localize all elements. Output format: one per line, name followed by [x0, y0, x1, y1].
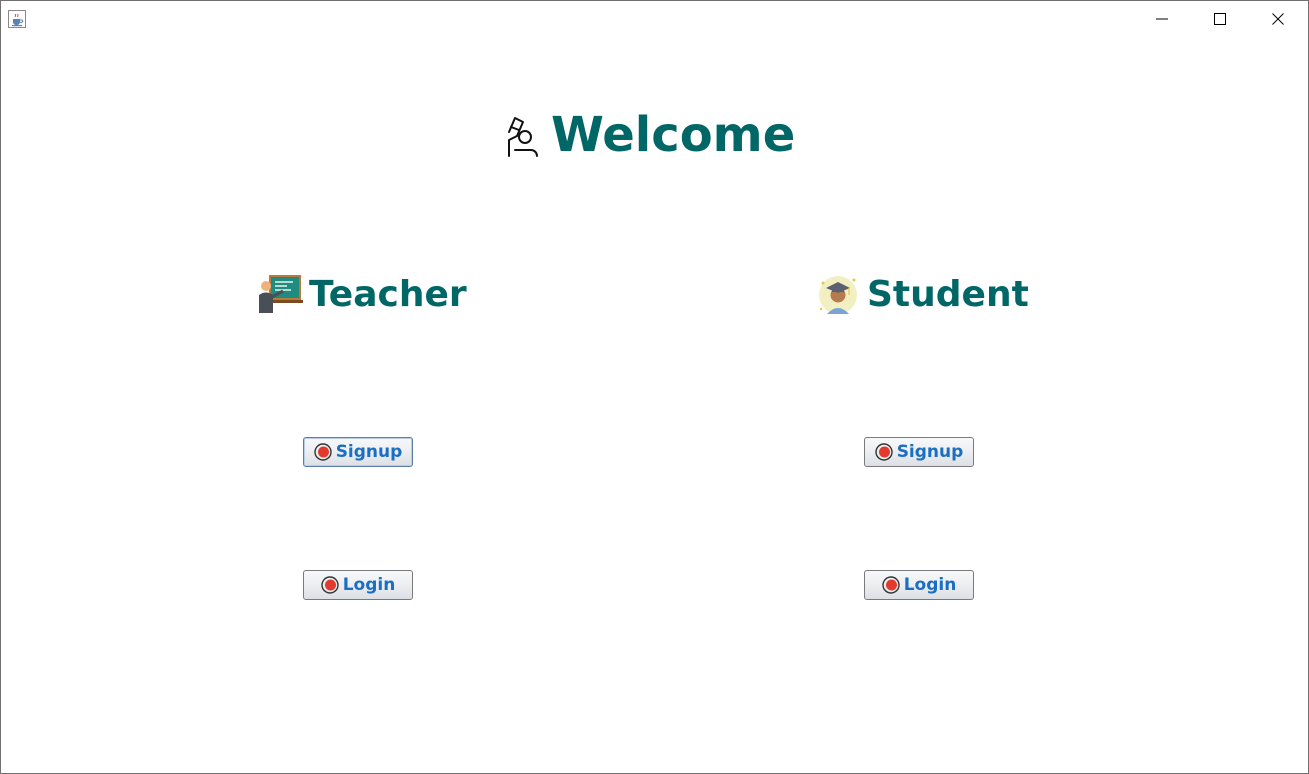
- welcome-title: Welcome: [551, 107, 796, 163]
- teacher-login-button[interactable]: Login: [303, 570, 413, 600]
- teacher-login-label: Login: [342, 575, 396, 595]
- graduate-avatar-icon: [815, 271, 861, 317]
- record-icon: [313, 443, 332, 461]
- student-signup-button[interactable]: Signup: [864, 437, 974, 467]
- close-button[interactable]: [1249, 1, 1307, 37]
- student-heading: Student: [815, 269, 1029, 319]
- record-icon: [320, 576, 339, 594]
- minimize-button[interactable]: [1133, 1, 1191, 37]
- teacher-blackboard-icon: [257, 271, 303, 317]
- student-signup-label: Signup: [896, 442, 964, 462]
- student-login-label: Login: [903, 575, 957, 595]
- welcome-header: Welcome: [501, 105, 795, 165]
- close-icon: [1272, 13, 1284, 25]
- raised-hand-student-icon: [501, 110, 541, 160]
- record-icon: [881, 576, 900, 594]
- maximize-icon: [1214, 13, 1226, 25]
- minimize-icon: [1156, 18, 1168, 20]
- record-icon: [874, 443, 893, 461]
- teacher-signup-label: Signup: [335, 442, 403, 462]
- app-window: Welcome Teacher Student Signup Login Sig…: [0, 0, 1309, 774]
- title-bar: [1, 1, 1308, 37]
- maximize-button[interactable]: [1191, 1, 1249, 37]
- teacher-heading: Teacher: [257, 269, 467, 319]
- student-login-button[interactable]: Login: [864, 570, 974, 600]
- java-cup-icon[interactable]: [8, 10, 26, 28]
- teacher-signup-button[interactable]: Signup: [303, 437, 413, 467]
- student-title: Student: [867, 273, 1029, 315]
- teacher-title: Teacher: [309, 273, 467, 315]
